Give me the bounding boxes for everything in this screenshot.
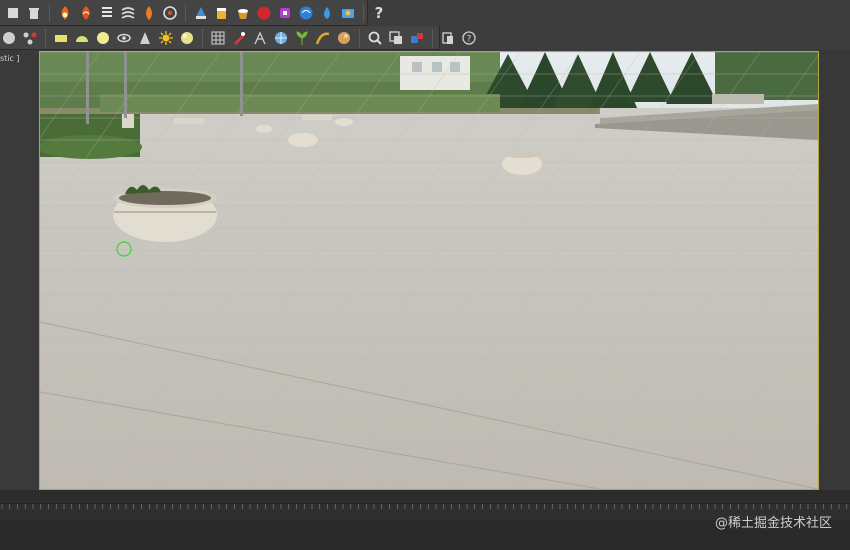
sun-icon — [158, 30, 174, 46]
purple-cube-button[interactable] — [276, 4, 294, 22]
cup-button[interactable] — [213, 4, 231, 22]
toolbar-separator — [202, 28, 203, 47]
circle-half-icon — [1, 30, 17, 46]
fur-icon — [315, 30, 331, 46]
wind-button[interactable] — [119, 4, 137, 22]
flame-button[interactable] — [140, 4, 158, 22]
blue-orb-icon — [298, 5, 314, 21]
select-box-icon — [5, 5, 21, 21]
time-slider[interactable] — [0, 490, 850, 504]
application-window: ? ? stic ] @稀土掘金技术社区 — [0, 0, 850, 550]
material-ball-icon — [336, 30, 352, 46]
render-icon — [340, 5, 356, 21]
globe-icon — [273, 30, 289, 46]
brush-button[interactable] — [230, 29, 248, 47]
red-ball-button[interactable] — [255, 4, 273, 22]
hair-icon — [252, 30, 268, 46]
layers-icon — [440, 30, 456, 46]
help-circle-icon: ? — [461, 30, 477, 46]
cone-light-icon — [137, 30, 153, 46]
sphere-button[interactable] — [178, 29, 196, 47]
frame-buffer-button[interactable] — [387, 29, 405, 47]
sphere-light-icon — [95, 30, 111, 46]
svg-text:?: ? — [467, 34, 472, 44]
blue-orb-button[interactable] — [297, 4, 315, 22]
spring-icon — [99, 5, 115, 21]
cone-light-button[interactable] — [136, 29, 154, 47]
select-box-button[interactable] — [4, 4, 22, 22]
material-ball-button[interactable] — [335, 29, 353, 47]
globe-button[interactable] — [272, 29, 290, 47]
dome-light-icon — [74, 30, 90, 46]
toolbar-separator — [432, 28, 433, 47]
toolbar-separator — [49, 3, 50, 22]
nodes-icon — [22, 30, 38, 46]
brush-icon — [231, 30, 247, 46]
bucket-icon — [235, 5, 251, 21]
toolbar-separator — [363, 3, 364, 22]
toolbar-separator — [185, 3, 186, 22]
hair-button[interactable] — [251, 29, 269, 47]
cubes-button[interactable] — [408, 29, 426, 47]
viewport-label[interactable]: stic ] — [0, 54, 20, 63]
cubes-icon — [409, 30, 425, 46]
sphere-icon — [179, 30, 195, 46]
right-panel — [820, 51, 850, 490]
question-mark-icon: ? — [374, 3, 384, 22]
help-circle-button[interactable]: ? — [460, 29, 478, 47]
rectangle-light-button[interactable] — [52, 29, 70, 47]
magnifier-button[interactable] — [366, 29, 384, 47]
cup-icon — [214, 5, 230, 21]
layers-button[interactable] — [439, 29, 457, 47]
grid-mesh-icon — [210, 30, 226, 46]
nodes-button[interactable] — [21, 29, 39, 47]
trash-icon — [26, 5, 42, 21]
dome-light-button[interactable] — [73, 29, 91, 47]
fluid-button[interactable] — [192, 4, 210, 22]
fire-swirl-button[interactable] — [77, 4, 95, 22]
fire-icon — [57, 5, 73, 21]
toolbar-separator — [45, 28, 46, 47]
circle-half-button[interactable] — [0, 29, 18, 47]
plant-icon — [294, 30, 310, 46]
main-toolbar: ? — [0, 0, 383, 26]
wind-icon — [120, 5, 136, 21]
toolbar-separator — [359, 28, 360, 47]
eye-button[interactable] — [115, 29, 133, 47]
sun-button[interactable] — [157, 29, 175, 47]
viewport[interactable] — [39, 51, 819, 490]
trash-button[interactable] — [25, 4, 43, 22]
fire-button[interactable] — [56, 4, 74, 22]
swirl-icon — [162, 5, 178, 21]
water-drop-button[interactable] — [318, 4, 336, 22]
fluid-icon — [193, 5, 209, 21]
red-ball-icon — [256, 5, 272, 21]
frame-buffer-icon — [388, 30, 404, 46]
rectangle-light-icon — [53, 30, 69, 46]
purple-cube-icon — [277, 5, 293, 21]
eye-icon — [116, 30, 132, 46]
render-button[interactable] — [339, 4, 357, 22]
bucket-button[interactable] — [234, 4, 252, 22]
secondary-toolbar: ? — [0, 26, 476, 50]
water-drop-icon — [319, 5, 335, 21]
flame-icon — [141, 5, 157, 21]
sphere-light-button[interactable] — [94, 29, 112, 47]
swirl-button[interactable] — [161, 4, 179, 22]
plant-button[interactable] — [293, 29, 311, 47]
spring-button[interactable] — [98, 4, 116, 22]
viewport-background-image — [40, 52, 818, 489]
fire-swirl-icon — [78, 5, 94, 21]
magnifier-icon — [367, 30, 383, 46]
fur-button[interactable] — [314, 29, 332, 47]
help-button[interactable]: ? — [370, 4, 388, 22]
grid-mesh-button[interactable] — [209, 29, 227, 47]
watermark: @稀土掘金技术社区 — [714, 516, 832, 531]
